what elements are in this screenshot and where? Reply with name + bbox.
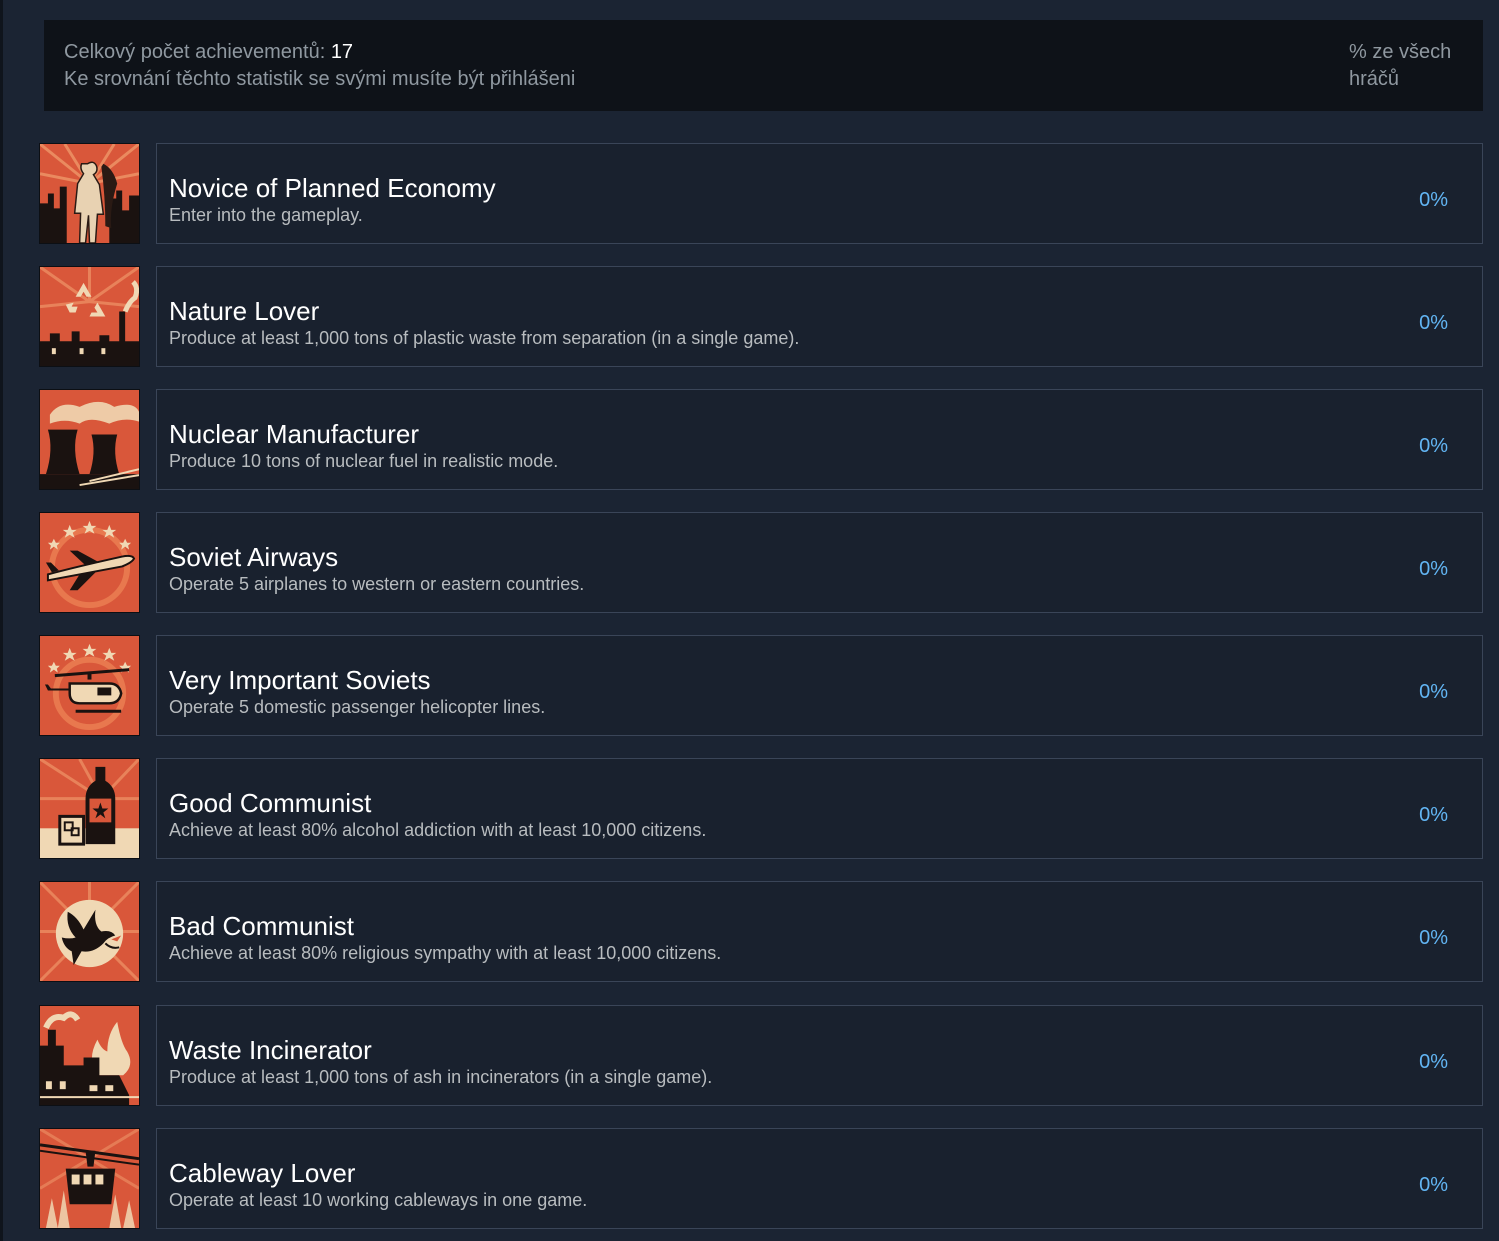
total-achievements-label: Celkový počet achievementů: [64,41,326,63]
achievement-panel: Nuclear Manufacturer Produce 10 tons of … [156,389,1483,490]
achievement-row: Bad Communist Achieve at least 80% relig… [39,881,1483,982]
total-achievements-line: Celkový počet achievementů: 17 [64,39,575,66]
achievement-percent: 0% [1419,804,1448,826]
achievement-row: Good Communist Achieve at least 80% alco… [39,758,1483,859]
achievement-panel: Bad Communist Achieve at least 80% relig… [156,881,1483,982]
achievement-description: Operate at least 10 working cableways in… [169,1190,588,1210]
achievement-title: Nuclear Manufacturer [169,419,419,449]
total-achievements-count: 17 [330,41,354,63]
achievement-description: Produce at least 1,000 tons of ash in in… [169,1067,713,1087]
achievement-percent: 0% [1419,1174,1448,1196]
achievement-percent: 0% [1419,927,1448,949]
achievement-title: Cableway Lover [169,1158,356,1188]
achievement-percent: 0% [1419,312,1448,334]
stats-header: Celkový počet achievementů: 17 Ke srovná… [44,20,1483,111]
achievement-title: Good Communist [169,788,372,818]
achievement-panel: Waste Incinerator Produce at least 1,000… [156,1005,1483,1106]
achievement-row: Nature Lover Produce at least 1,000 tons… [39,266,1483,367]
achievement-title: Novice of Planned Economy [169,173,496,203]
login-note: Ke srovnání těchto statistik se svými mu… [64,68,576,90]
achievement-percent: 0% [1419,435,1448,457]
achievement-description: Operate 5 airplanes to western or easter… [169,574,585,594]
achievement-title: Waste Incinerator [169,1035,372,1065]
achievement-description: Produce at least 1,000 tons of plastic w… [169,328,800,348]
achievement-percent: 0% [1419,681,1448,703]
achievement-row: Waste Incinerator Produce at least 1,000… [39,1005,1483,1106]
achievement-row: Soviet Airways Operate 5 airplanes to we… [39,512,1483,613]
helicopter-icon [39,635,140,736]
achievement-panel: Cableway Lover Operate at least 10 worki… [156,1128,1483,1229]
worker-flag-icon [39,143,140,244]
achievement-title: Bad Communist [169,911,354,941]
page-left-edge [0,0,3,1241]
achievement-title: Nature Lover [169,296,320,326]
vodka-bottle-icon [39,758,140,859]
achievement-description: Operate 5 domestic passenger helicopter … [169,697,546,717]
percent-players-column-header: % ze všech hráčů [1349,39,1474,93]
achievement-description: Achieve at least 80% alcohol addiction w… [169,820,707,840]
achievement-row: Very Important Soviets Operate 5 domesti… [39,635,1483,736]
airplane-icon [39,512,140,613]
achievement-description: Achieve at least 80% religious sympathy … [169,943,722,963]
cooling-tower-icon [39,389,140,490]
achievement-row: Novice of Planned Economy Enter into the… [39,143,1483,244]
cable-car-icon [39,1128,140,1229]
dove-icon [39,881,140,982]
achievement-title: Soviet Airways [169,542,339,572]
achievement-percent: 0% [1419,189,1448,211]
achievement-panel: Good Communist Achieve at least 80% alco… [156,758,1483,859]
achievement-description: Produce 10 tons of nuclear fuel in reali… [169,451,559,471]
achievement-row: Nuclear Manufacturer Produce 10 tons of … [39,389,1483,490]
recycle-factory-icon [39,266,140,367]
achievement-title: Very Important Soviets [169,665,431,695]
achievement-panel: Soviet Airways Operate 5 airplanes to we… [156,512,1483,613]
achievement-panel: Novice of Planned Economy Enter into the… [156,143,1483,244]
percent-players-label-line2: hráčů [1349,68,1400,90]
achievement-panel: Nature Lover Produce at least 1,000 tons… [156,266,1483,367]
achievement-description: Enter into the gameplay. [169,205,363,225]
achievement-summary: Celkový počet achievementů: 17 Ke srovná… [64,39,575,93]
achievement-panel: Very Important Soviets Operate 5 domesti… [156,635,1483,736]
percent-players-label-line1: % ze všech [1349,41,1452,63]
incinerator-flame-icon [39,1005,140,1106]
achievement-row: Cableway Lover Operate at least 10 worki… [39,1128,1483,1229]
achievement-percent: 0% [1419,1051,1448,1073]
achievement-percent: 0% [1419,558,1448,580]
